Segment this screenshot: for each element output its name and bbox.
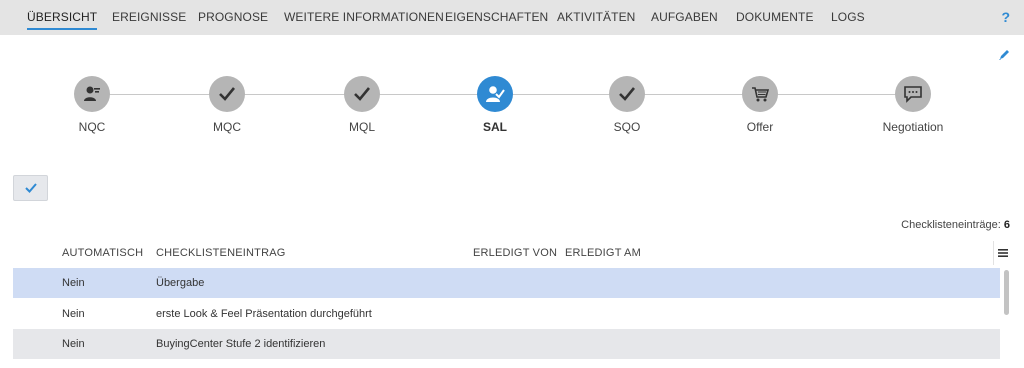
stage-sqo[interactable]: SQO xyxy=(567,76,687,136)
tab-aktivitaeten[interactable]: AKTIVITÄTEN xyxy=(557,0,635,35)
table-row[interactable]: Nein BuyingCenter Stufe 2 identifizieren xyxy=(13,329,1000,359)
checkmark-icon xyxy=(24,183,37,193)
cell-entry: erste Look & Feel Präsentation durchgefü… xyxy=(156,308,372,320)
table-header: AUTOMATISCH CHECKLISTENEINTRAG ERLEDIGT … xyxy=(13,238,1000,268)
stage-label: MQL xyxy=(348,120,375,134)
stage-label: Negotiation xyxy=(882,120,944,134)
tab-bar: ÜBERSICHT EREIGNISSE PROGNOSE WEITERE IN… xyxy=(0,0,1024,35)
stage-mqc[interactable]: MQC xyxy=(167,76,287,136)
checklist-count: Checklisteneinträge: 6 xyxy=(901,219,1010,231)
column-menu-button[interactable] xyxy=(993,241,1011,265)
stage-negotiation[interactable]: Negotiation xyxy=(853,76,973,136)
cell-automatic: Nein xyxy=(62,308,85,320)
chat-bubble-icon[interactable] xyxy=(895,76,931,112)
cell-automatic: Nein xyxy=(62,338,85,350)
stage-mql[interactable]: MQL xyxy=(302,76,422,136)
checkmark-icon[interactable] xyxy=(344,76,380,112)
tab-logs[interactable]: LOGS xyxy=(831,0,865,35)
column-header-entry[interactable]: CHECKLISTENEINTRAG xyxy=(156,238,286,268)
stage-nqc[interactable]: NQC xyxy=(32,76,152,136)
stage-label: SQO xyxy=(613,120,641,134)
stage-label: NQC xyxy=(78,120,106,134)
help-button[interactable]: ? xyxy=(1001,0,1010,35)
column-header-automatic[interactable]: AUTOMATISCH xyxy=(62,238,143,268)
stage-label: MQC xyxy=(213,120,241,134)
tab-uebersicht[interactable]: ÜBERSICHT xyxy=(27,0,98,35)
shopping-cart-icon[interactable] xyxy=(742,76,778,112)
table-row[interactable]: Nein Übergabe xyxy=(13,268,1000,298)
cell-entry: Übergabe xyxy=(156,277,205,289)
checklist-count-value: 6 xyxy=(1003,219,1010,231)
table-row[interactable]: Nein erste Look & Feel Präsentation durc… xyxy=(13,299,1000,329)
tab-prognose[interactable]: PROGNOSE xyxy=(198,0,268,35)
stage-label: Offer xyxy=(746,120,774,134)
tab-aufgaben[interactable]: AUFGABEN xyxy=(651,0,718,35)
edit-pencil-icon[interactable] xyxy=(997,48,1011,62)
stage-offer[interactable]: Offer xyxy=(700,76,820,136)
cell-automatic: Nein xyxy=(62,277,85,289)
tab-dokumente[interactable]: DOKUMENTE xyxy=(736,0,814,35)
tab-eigenschaften[interactable]: EIGENSCHAFTEN xyxy=(445,0,548,35)
mark-done-button[interactable] xyxy=(13,175,48,201)
column-header-done-at[interactable]: ERLEDIGT AM xyxy=(565,238,641,268)
column-header-done-by[interactable]: ERLEDIGT VON xyxy=(473,238,557,268)
checkmark-icon[interactable] xyxy=(609,76,645,112)
scrollbar-thumb[interactable] xyxy=(1004,270,1009,315)
stage-sal[interactable]: SAL xyxy=(435,76,555,136)
checklist-count-label: Checklisteneinträge: xyxy=(901,219,1001,231)
stage-label: SAL xyxy=(483,120,507,134)
checkmark-icon[interactable] xyxy=(209,76,245,112)
cell-entry: BuyingCenter Stufe 2 identifizieren xyxy=(156,338,326,350)
hamburger-menu-icon xyxy=(997,249,1008,257)
tab-weitere-informationen[interactable]: WEITERE INFORMATIONEN xyxy=(284,0,444,35)
person-filter-icon[interactable] xyxy=(74,76,110,112)
tab-ereignisse[interactable]: EREIGNISSE xyxy=(112,0,186,35)
person-check-icon[interactable] xyxy=(477,76,513,112)
